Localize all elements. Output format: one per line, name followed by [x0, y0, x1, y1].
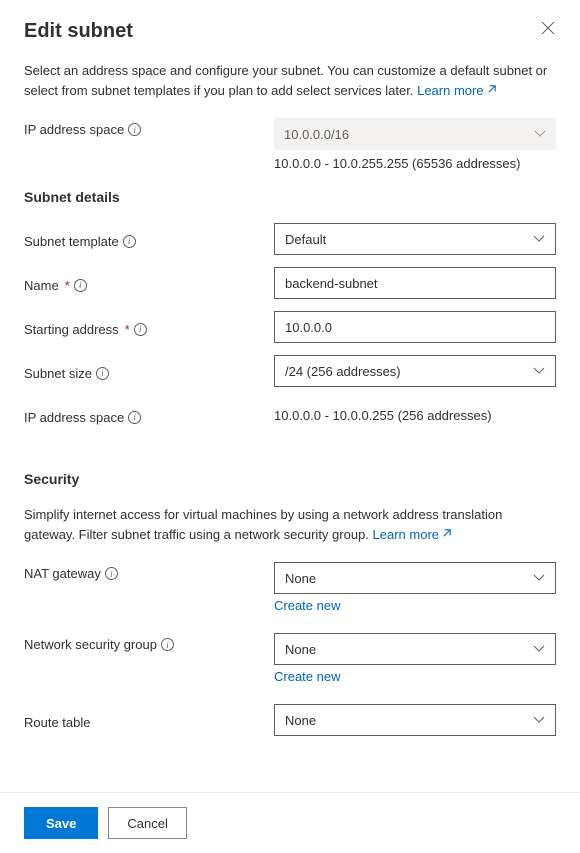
close-button[interactable] [540, 20, 556, 36]
security-heading: Security [24, 471, 556, 487]
info-icon[interactable]: i [74, 279, 87, 292]
subnet-size-label: Subnet size [24, 366, 92, 381]
subnet-details-heading: Subnet details [24, 189, 556, 205]
info-icon[interactable]: i [128, 123, 141, 136]
page-title: Edit subnet [24, 20, 133, 43]
nsg-select[interactable]: None [274, 633, 556, 665]
subnet-template-label: Subnet template [24, 234, 119, 249]
route-table-select[interactable]: None [274, 704, 556, 736]
chevron-down-icon [533, 574, 545, 582]
chevron-down-icon [533, 367, 545, 375]
nsg-label: Network security group [24, 637, 157, 652]
chevron-down-icon [533, 645, 545, 653]
name-input[interactable] [274, 267, 556, 299]
external-link-icon [486, 81, 497, 101]
nat-gateway-label: NAT gateway [24, 566, 101, 581]
info-icon[interactable]: i [105, 567, 118, 580]
cancel-button[interactable]: Cancel [108, 807, 186, 839]
security-description: Simplify internet access for virtual mac… [24, 505, 556, 544]
info-icon[interactable]: i [134, 323, 147, 336]
ip-space-label: IP address space [24, 122, 124, 137]
chevron-down-icon [534, 130, 546, 138]
subnet-size-select[interactable]: /24 (256 addresses) [274, 355, 556, 387]
chevron-down-icon [533, 716, 545, 724]
starting-address-label: Starting address [24, 322, 119, 337]
footer-bar: Save Cancel [0, 792, 580, 853]
nat-gateway-create-link[interactable]: Create new [274, 598, 340, 613]
starting-address-input[interactable] [274, 311, 556, 343]
name-label: Name [24, 278, 59, 293]
route-table-label: Route table [24, 715, 91, 730]
ip-space-range: 10.0.0.0 - 10.0.255.255 (65536 addresses… [274, 156, 556, 171]
subnet-template-select[interactable]: Default [274, 223, 556, 255]
intro-learn-more-link[interactable]: Learn more [417, 83, 496, 98]
info-icon[interactable]: i [161, 638, 174, 651]
security-learn-more-link[interactable]: Learn more [373, 527, 452, 542]
ip-range-value: 10.0.0.0 - 10.0.0.255 (256 addresses) [274, 408, 492, 423]
required-indicator: * [65, 278, 70, 293]
info-icon[interactable]: i [96, 367, 109, 380]
info-icon[interactable]: i [123, 235, 136, 248]
chevron-down-icon [533, 235, 545, 243]
nat-gateway-select[interactable]: None [274, 562, 556, 594]
intro-description: Select an address space and configure yo… [24, 61, 556, 100]
ip-space-select[interactable]: 10.0.0.0/16 [274, 118, 556, 150]
nsg-create-link[interactable]: Create new [274, 669, 340, 684]
required-indicator: * [125, 322, 130, 337]
save-button[interactable]: Save [24, 807, 98, 839]
ip-range-label: IP address space [24, 410, 124, 425]
close-icon [541, 21, 555, 35]
external-link-icon [441, 525, 452, 545]
info-icon[interactable]: i [128, 411, 141, 424]
